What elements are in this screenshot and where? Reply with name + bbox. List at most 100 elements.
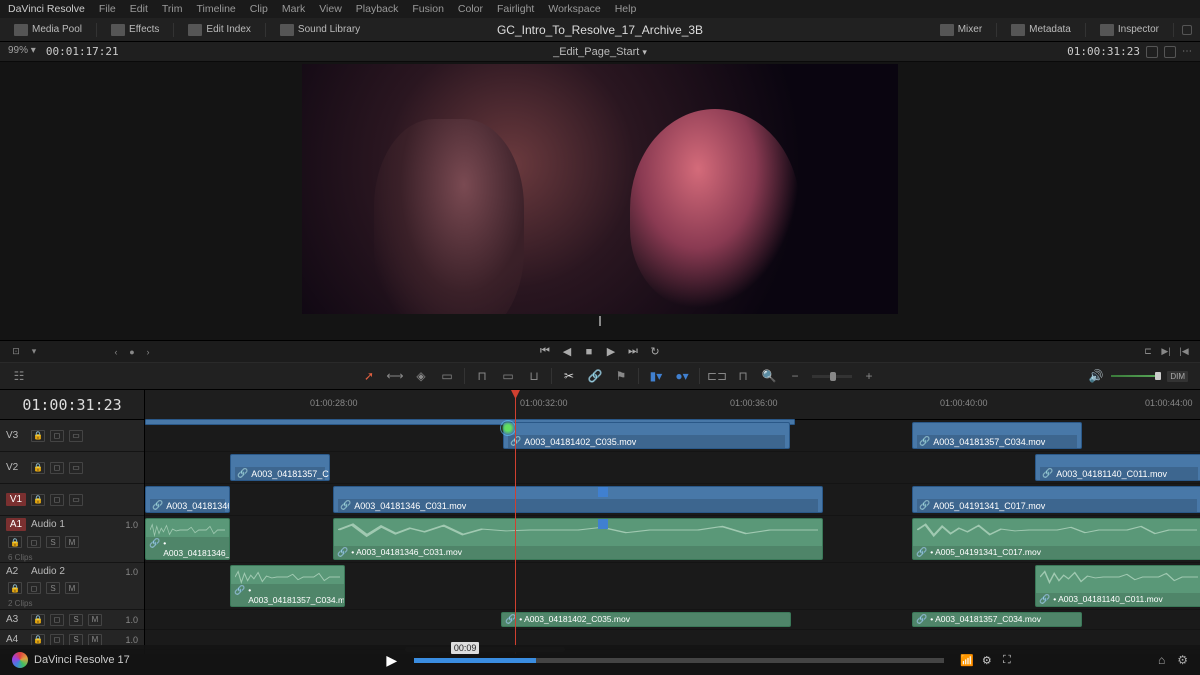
audio-clip[interactable]: 🔗• A003_04181346_C031.mov: [333, 518, 823, 560]
video-clip[interactable]: 🔗A003_04181357_C034...: [230, 454, 330, 481]
speaker-icon[interactable]: 🔊: [1087, 368, 1105, 384]
lock-icon[interactable]: 🔒: [31, 614, 45, 626]
edit-point-indicator[interactable]: [500, 420, 516, 436]
project-settings-icon[interactable]: ⚙: [1177, 653, 1188, 667]
snap-icon[interactable]: ⊏⊐: [708, 368, 726, 384]
mixer-button[interactable]: Mixer: [934, 22, 988, 38]
dynamic-trim-icon[interactable]: ◈: [412, 368, 430, 384]
audio-track-a2[interactable]: 🔗• A003_04181357_C034.mov 🔗• A003_0418114…: [145, 563, 1200, 610]
prev-clip-icon[interactable]: ‹: [110, 346, 122, 358]
zoom-dropdown[interactable]: 99% ▾: [8, 45, 36, 58]
track-label[interactable]: V1: [6, 493, 26, 506]
lock-icon[interactable]: 🔒: [8, 536, 22, 548]
next-clip-icon[interactable]: ›: [142, 346, 154, 358]
auto-select-icon[interactable]: ◻: [50, 494, 64, 506]
video-track-v2[interactable]: 🔗A003_04181357_C034...🔗A003_04181140_C01…: [145, 452, 1200, 484]
marker-flag-icon[interactable]: ▮▾: [647, 368, 665, 384]
audio-track-head-a2[interactable]: A2Audio 21.0🔒◻SM2 Clips: [0, 563, 144, 610]
video-clip[interactable]: 🔗A003_04181346_C031.mov: [333, 486, 823, 513]
audio-track-head-a1[interactable]: A1Audio 11.0🔒◻SM6 Clips: [0, 516, 144, 563]
selection-tool-icon[interactable]: ➚: [360, 368, 378, 384]
track-label[interactable]: V2: [6, 462, 26, 473]
options-menu-icon[interactable]: ⋯: [1182, 46, 1192, 57]
audio-clip[interactable]: 🔗• A003_04181357_C034.mov: [230, 565, 345, 607]
audio-track-a1[interactable]: 🔗• A003_04181346_... 🔗• A003_04181346_C03…: [145, 516, 1200, 563]
insert-icon[interactable]: ⊓: [473, 368, 491, 384]
transform-tool-icon[interactable]: ⊡: [10, 346, 22, 358]
settings-gear-icon[interactable]: ⚙: [980, 654, 994, 667]
lock-icon[interactable]: 🔒: [31, 462, 45, 474]
last-frame-button[interactable]: ⏭: [626, 345, 640, 358]
track-label[interactable]: A2: [6, 566, 26, 577]
arm-icon[interactable]: ◻: [27, 582, 41, 594]
track-label[interactable]: A3: [6, 614, 26, 625]
lock-icon[interactable]: 🔒: [31, 430, 45, 442]
match-frame-icon[interactable]: ⊏: [1142, 346, 1154, 358]
link-selection-icon[interactable]: ⊓: [734, 368, 752, 384]
zoom-out-icon[interactable]: −: [786, 368, 804, 384]
audio-clip[interactable]: 🔗• A003_04181402_C035.mov: [501, 612, 791, 627]
go-next-icon[interactable]: |◀: [1178, 346, 1190, 358]
overwrite-icon[interactable]: ▭: [499, 368, 517, 384]
audio-clip[interactable]: 🔗• A003_04181346_...: [145, 518, 230, 560]
fullscreen-icon[interactable]: ⛶: [1000, 654, 1014, 667]
audio-track-head-a3[interactable]: A3🔒◻SM1.0: [0, 610, 144, 630]
media-pool-button[interactable]: Media Pool: [8, 22, 88, 38]
video-track-v3[interactable]: 🔗A003_04181402_C035.mov 🔗A003_04181357_C0…: [145, 420, 1200, 452]
home-icon[interactable]: ⌂: [1158, 653, 1165, 667]
sound-library-button[interactable]: Sound Library: [274, 22, 366, 38]
dim-button[interactable]: DIM: [1167, 371, 1188, 382]
first-frame-button[interactable]: ⏮: [538, 345, 552, 358]
stop-button[interactable]: ■: [582, 346, 596, 358]
volume-slider[interactable]: [1111, 375, 1161, 377]
clip-marker[interactable]: [598, 486, 608, 497]
video-track-head-v3[interactable]: V3🔒◻▭: [0, 420, 144, 452]
play-reverse-button[interactable]: ◀: [560, 345, 574, 358]
track-label[interactable]: A4: [6, 634, 26, 645]
video-clip[interactable]: 🔗A003_04181402_C035.mov: [503, 422, 790, 449]
track-label[interactable]: V3: [6, 430, 26, 441]
auto-select-icon[interactable]: ◻: [50, 430, 64, 442]
video-clip[interactable]: 🔗A003_04181357_C034.mov: [912, 422, 1082, 449]
menu-clip[interactable]: Clip: [250, 3, 268, 15]
link-icon[interactable]: 🔗: [586, 368, 604, 384]
timeline-view-options-icon[interactable]: ☷: [10, 368, 28, 384]
menu-view[interactable]: View: [319, 3, 342, 15]
arm-icon[interactable]: ◻: [50, 634, 64, 646]
menu-workspace[interactable]: Workspace: [548, 3, 600, 15]
auto-select-icon[interactable]: ◻: [50, 462, 64, 474]
menu-help[interactable]: Help: [615, 3, 637, 15]
arm-icon[interactable]: ◻: [27, 536, 41, 548]
lock-icon[interactable]: 🔒: [8, 582, 22, 594]
zoom-in-icon[interactable]: +: [860, 368, 878, 384]
video-clip[interactable]: 🔗A003_04181346_C...: [145, 486, 230, 513]
playhead-timecode[interactable]: 01:00:31:23: [0, 390, 144, 420]
solo-button[interactable]: S: [69, 634, 83, 646]
menu-davinci-resolve[interactable]: DaVinci Resolve: [8, 3, 85, 15]
audio-clip[interactable]: 🔗• A003_04181140_C011.mov: [1035, 565, 1200, 607]
menu-color[interactable]: Color: [458, 3, 483, 15]
flag-icon[interactable]: ⚑: [612, 368, 630, 384]
replace-icon[interactable]: ⊔: [525, 368, 543, 384]
metadata-button[interactable]: Metadata: [1005, 22, 1077, 38]
lock-icon[interactable]: 🔒: [31, 634, 45, 646]
menu-trim[interactable]: Trim: [162, 3, 183, 15]
audio-clip[interactable]: 🔗• A005_04191341_C017.mov: [912, 518, 1200, 560]
panel-toggle[interactable]: [1182, 25, 1192, 35]
video-track-v1[interactable]: 🔗A003_04181346_C... 🔗A003_04181346_C031.m…: [145, 484, 1200, 516]
single-viewer-icon[interactable]: [1164, 46, 1176, 58]
menu-timeline[interactable]: Timeline: [196, 3, 235, 15]
menu-playback[interactable]: Playback: [356, 3, 399, 15]
inspector-button[interactable]: Inspector: [1094, 22, 1165, 38]
solo-button[interactable]: S: [46, 582, 60, 594]
blade-tool-icon[interactable]: ▭: [438, 368, 456, 384]
audio-clip[interactable]: 🔗• A003_04181357_C034.mov: [912, 612, 1082, 627]
marker-icon[interactable]: ●▾: [673, 368, 691, 384]
video-progress-bar[interactable]: 00:09: [414, 658, 944, 663]
program-viewer[interactable]: [302, 64, 898, 314]
trim-tool-icon[interactable]: ⟷: [386, 368, 404, 384]
volume-icon[interactable]: 📶: [960, 654, 974, 667]
enable-icon[interactable]: ▭: [69, 462, 83, 474]
track-name[interactable]: Audio 2: [31, 566, 120, 577]
mute-button[interactable]: M: [88, 614, 102, 626]
